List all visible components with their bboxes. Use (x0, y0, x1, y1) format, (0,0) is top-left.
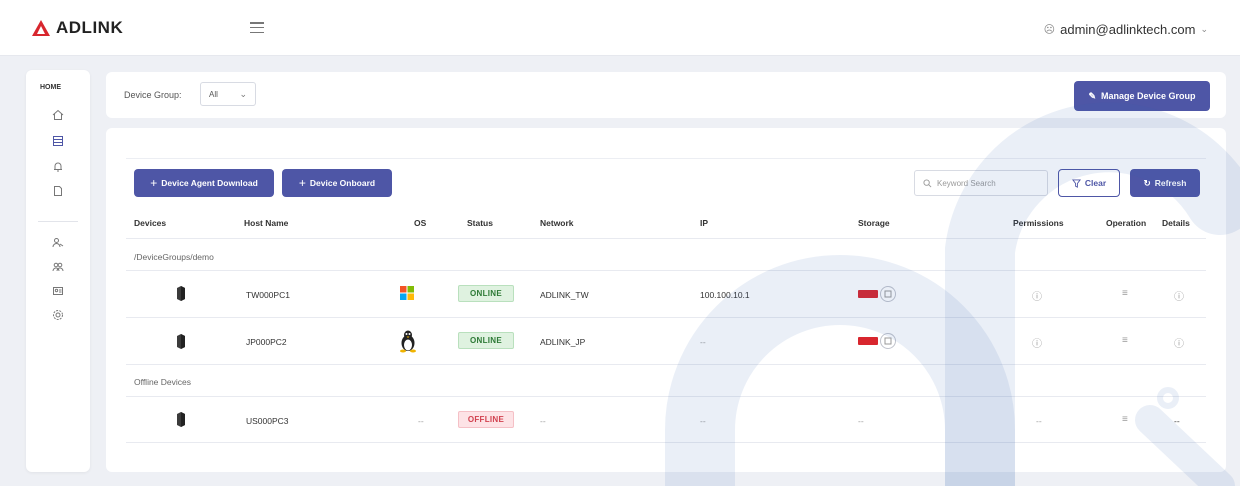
column-header-permissions[interactable]: Permissions (1013, 218, 1064, 228)
linux-tux-icon (400, 330, 416, 353)
host-name[interactable]: TW000PC1 (246, 290, 290, 300)
disk-icon (880, 333, 896, 349)
divider (126, 317, 1206, 318)
chevron-down-icon: ⌄ (239, 88, 247, 99)
refresh-label: Refresh (1154, 178, 1187, 188)
column-header-ip[interactable]: IP (700, 218, 708, 228)
group-row-label: /DeviceGroups/demo (134, 252, 214, 262)
bell-icon[interactable] (51, 160, 65, 174)
filter-icon (1071, 178, 1081, 188)
divider (126, 238, 1206, 239)
pencil-icon: ✎ (1088, 90, 1096, 101)
adlink-logo-icon (32, 20, 50, 36)
column-header-network[interactable]: Network (540, 218, 574, 228)
user-icon: ☹ (1043, 24, 1056, 36)
column-header-os[interactable]: OS (414, 218, 426, 228)
divider (126, 270, 1206, 271)
storage-value: -- (858, 416, 864, 426)
manage-device-group-button[interactable]: ✎ Manage Device Group (1074, 81, 1210, 111)
divider (126, 364, 1206, 365)
divider (126, 442, 1206, 443)
device-table-panel: + Device Agent Download + Device Onboard… (106, 128, 1226, 472)
info-icon[interactable]: ⓘ (1032, 335, 1042, 350)
ip-address: -- (700, 416, 706, 426)
clear-label: Clear (1084, 178, 1107, 188)
info-icon[interactable]: ⓘ (1032, 288, 1042, 303)
windows-icon (400, 286, 414, 300)
users-icon[interactable] (51, 260, 65, 274)
settings-icon[interactable] (51, 308, 65, 322)
device-group-label: Device Group: (124, 90, 182, 100)
column-header-status[interactable]: Status (467, 218, 493, 228)
group-row-label: Offline Devices (134, 377, 192, 387)
device-group-select[interactable]: All ⌄ (200, 82, 256, 106)
storage-status[interactable] (858, 333, 896, 349)
brand-name: ADLINK (56, 18, 124, 37)
device-agent-download-button[interactable]: + Device Agent Download (134, 169, 274, 197)
permissions-value: -- (1036, 416, 1042, 426)
column-header-storage[interactable]: Storage (858, 218, 890, 228)
device-group-value: All (209, 89, 218, 99)
home-icon[interactable] (51, 108, 65, 122)
column-header-operation[interactable]: Operation (1106, 218, 1146, 228)
refresh-button[interactable]: ↻ Refresh (1130, 169, 1200, 197)
network-name: -- (540, 416, 546, 426)
menu-toggle-icon[interactable] (250, 22, 264, 33)
pc-tower-icon (177, 334, 185, 349)
ip-address: 100.100.10.1 (700, 290, 750, 300)
file-icon[interactable] (51, 184, 65, 198)
plus-icon: + (150, 176, 158, 190)
column-header-host-name[interactable]: Host Name (244, 218, 288, 228)
storage-vendor-icon (858, 337, 878, 345)
device-group-bar: Device Group: All ⌄ ✎ Manage Device Grou… (106, 72, 1226, 118)
details-icon[interactable]: ⓘ (1174, 288, 1184, 303)
device-agent-download-label: Device Agent Download (161, 178, 258, 188)
device-onboard-label: Device Onboard (309, 178, 376, 188)
pc-tower-icon (177, 412, 185, 427)
pc-tower-icon (177, 286, 185, 301)
keyword-search-placeholder: Keyword Search (937, 178, 996, 188)
user-menu[interactable]: ☹ admin@adlinktech.com ⌄ (1044, 22, 1208, 37)
storage-status[interactable] (858, 286, 896, 302)
search-icon (923, 178, 932, 187)
keyword-search-input[interactable]: Keyword Search (914, 170, 1048, 196)
divider (126, 396, 1206, 397)
ip-address: -- (700, 337, 706, 347)
manage-device-group-label: Manage Device Group (1101, 91, 1196, 101)
sidebar: HOME (26, 70, 90, 472)
refresh-icon: ↻ (1143, 177, 1151, 188)
status-badge: ONLINE (458, 332, 514, 349)
host-name[interactable]: US000PC3 (246, 416, 289, 426)
details-icon[interactable]: ⓘ (1174, 335, 1184, 350)
user-key-icon[interactable] (51, 236, 65, 250)
status-badge: OFFLINE (458, 411, 514, 428)
disk-icon (880, 286, 896, 302)
os-value: -- (418, 416, 424, 426)
host-name[interactable]: JP000PC2 (246, 337, 287, 347)
status-badge: ONLINE (458, 285, 514, 302)
operation-menu-icon[interactable]: ≡ (1122, 288, 1128, 299)
sidebar-divider (38, 221, 78, 222)
details-value: -- (1174, 416, 1180, 426)
sidebar-home-label[interactable]: HOME (40, 84, 61, 91)
network-name: ADLINK_JP (540, 337, 586, 347)
plus-icon: + (298, 176, 306, 190)
device-onboard-button[interactable]: + Device Onboard (282, 169, 392, 197)
network-name: ADLINK_TW (540, 290, 589, 300)
table-toolbar: + Device Agent Download + Device Onboard… (126, 158, 1206, 206)
brand-logo[interactable]: ADLINK (32, 18, 123, 38)
clear-button[interactable]: Clear (1058, 169, 1120, 197)
chevron-down-icon: ⌄ (1200, 24, 1208, 34)
column-header-devices[interactable]: Devices (134, 218, 166, 228)
storage-vendor-icon (858, 290, 878, 298)
device-list-icon[interactable] (51, 134, 65, 148)
user-email: admin@adlinktech.com (1060, 22, 1196, 37)
operation-menu-icon[interactable]: ≡ (1122, 414, 1128, 425)
operation-menu-icon[interactable]: ≡ (1122, 335, 1128, 346)
column-header-details[interactable]: Details (1162, 218, 1190, 228)
top-bar: ADLINK ☹ admin@adlinktech.com ⌄ (0, 0, 1240, 56)
id-card-icon[interactable] (51, 284, 65, 298)
